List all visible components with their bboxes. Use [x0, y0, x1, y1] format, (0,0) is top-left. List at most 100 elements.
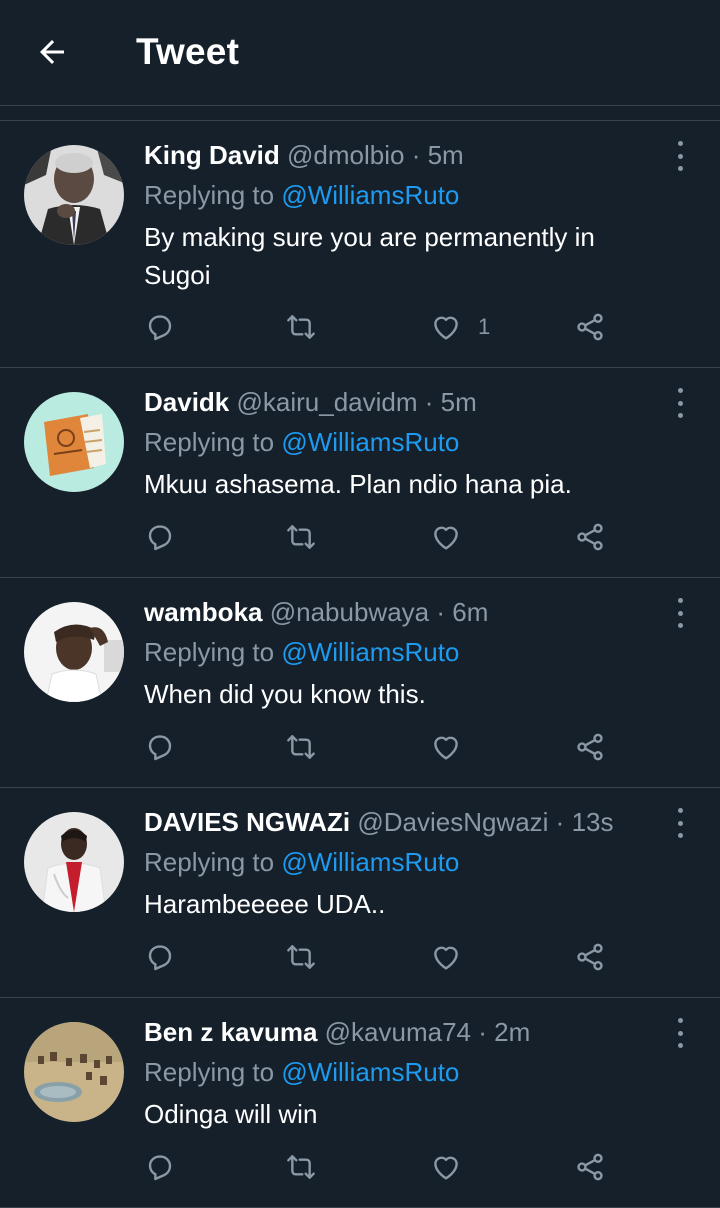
separator: · — [404, 140, 428, 170]
reply-feed: King David @dmolbio · 5m Replying to @Wi… — [0, 121, 720, 1208]
tweet-text: By making sure you are permanently in Su… — [144, 222, 595, 290]
display-name[interactable]: Davidk — [144, 387, 229, 417]
replying-to-handle[interactable]: @WilliamsRuto — [281, 427, 459, 457]
timestamp[interactable]: 2m — [494, 1017, 530, 1047]
display-name[interactable]: Ben z kavuma — [144, 1017, 317, 1047]
separator: · — [471, 1017, 495, 1047]
retweet-button[interactable] — [284, 937, 318, 977]
share-button[interactable] — [574, 517, 606, 557]
separator: · — [429, 597, 453, 627]
replying-to-handle[interactable]: @WilliamsRuto — [281, 180, 459, 210]
replying-to-handle[interactable]: @WilliamsRuto — [281, 1057, 459, 1087]
share-icon — [577, 523, 603, 551]
replying-to-label: Replying to — [144, 637, 282, 667]
more-dot — [677, 1030, 683, 1036]
replying-to-handle[interactable]: @WilliamsRuto — [281, 847, 459, 877]
user-handle[interactable]: @dmolbio — [287, 140, 404, 170]
share-button[interactable] — [574, 1147, 606, 1187]
like-button[interactable] — [430, 937, 478, 977]
replying-to-handle[interactable]: @WilliamsRuto — [281, 637, 459, 667]
replying-to: Replying to @WilliamsRuto — [144, 178, 660, 212]
tweet-content: Davidk @kairu_davidm · 5m Replying to @W… — [144, 385, 660, 503]
more-options-button[interactable] — [670, 808, 690, 838]
retweet-button[interactable] — [284, 307, 318, 347]
more-dot — [677, 820, 683, 826]
more-vertical-icon — [677, 388, 683, 393]
reply-button[interactable] — [144, 307, 176, 347]
tweet-meta: wamboka @nabubwaya · 6m — [144, 595, 660, 629]
share-button[interactable] — [574, 727, 606, 767]
avatar[interactable] — [24, 392, 124, 492]
display-name[interactable]: wamboka — [144, 597, 263, 627]
user-handle[interactable]: @kavuma74 — [325, 1017, 471, 1047]
back-button[interactable] — [30, 30, 74, 74]
share-button[interactable] — [574, 307, 606, 347]
retweet-icon — [287, 945, 315, 969]
more-dot — [677, 833, 683, 838]
tweet-item[interactable]: wamboka @nabubwaya · 6m Replying to @Wil… — [0, 578, 720, 788]
timestamp[interactable]: 6m — [452, 597, 488, 627]
retweet-button[interactable] — [284, 1147, 318, 1187]
heart-icon — [434, 316, 458, 340]
avatar[interactable] — [24, 812, 124, 912]
more-vertical-icon — [677, 598, 683, 603]
arrow-left-icon — [40, 40, 64, 64]
more-options-button[interactable] — [670, 141, 690, 171]
tweet-actions — [144, 517, 624, 557]
user-handle[interactable]: @DaviesNgwazi — [357, 807, 548, 837]
heart-icon — [434, 1156, 458, 1180]
tweet-item[interactable]: Davidk @kairu_davidm · 5m Replying to @W… — [0, 368, 720, 578]
more-vertical-icon — [677, 1018, 683, 1023]
share-icon — [577, 1153, 603, 1181]
retweet-icon — [287, 525, 315, 549]
display-name[interactable]: King David — [144, 140, 280, 170]
reply-icon — [148, 945, 172, 971]
retweet-button[interactable] — [284, 727, 318, 767]
more-dot — [677, 610, 683, 616]
avatar[interactable] — [24, 145, 124, 245]
retweet-icon — [287, 1155, 315, 1179]
more-options-button[interactable] — [670, 388, 690, 418]
retweet-icon — [287, 735, 315, 759]
tweet-item[interactable]: DAVIES NGWAZi @DaviesNgwazi · 13s Replyi… — [0, 788, 720, 998]
tweet-text: Odinga will win — [144, 1099, 318, 1129]
like-button[interactable]: 1 — [430, 307, 490, 347]
tweet-text: When did you know this. — [144, 679, 426, 709]
tweet-content: wamboka @nabubwaya · 6m Replying to @Wil… — [144, 595, 660, 713]
more-options-button[interactable] — [670, 1018, 690, 1048]
tweet-content: DAVIES NGWAZi @DaviesNgwazi · 13s Replyi… — [144, 805, 660, 923]
more-vertical-icon — [677, 808, 683, 813]
timestamp[interactable]: 5m — [428, 140, 464, 170]
reply-button[interactable] — [144, 727, 176, 767]
share-button[interactable] — [574, 937, 606, 977]
page-title: Tweet — [136, 31, 240, 72]
reply-icon — [148, 525, 172, 551]
like-button[interactable] — [430, 727, 478, 767]
display-name[interactable]: DAVIES NGWAZi — [144, 807, 350, 837]
reply-button[interactable] — [144, 937, 176, 977]
replying-to-label: Replying to — [144, 1057, 282, 1087]
timestamp[interactable]: 5m — [441, 387, 477, 417]
more-dot — [677, 1043, 683, 1048]
user-handle[interactable]: @nabubwaya — [270, 597, 429, 627]
retweet-button[interactable] — [284, 517, 318, 557]
more-options-button[interactable] — [670, 598, 690, 628]
reply-button[interactable] — [144, 1147, 176, 1187]
top-bar: Tweet — [0, 0, 720, 106]
more-dot — [677, 166, 683, 171]
tweet-actions — [144, 1147, 624, 1187]
avatar[interactable] — [24, 1022, 124, 1122]
like-button[interactable] — [430, 1147, 478, 1187]
replying-to-label: Replying to — [144, 427, 282, 457]
tweet-item[interactable]: King David @dmolbio · 5m Replying to @Wi… — [0, 121, 720, 368]
timestamp[interactable]: 13s — [572, 807, 614, 837]
more-dot — [677, 623, 683, 628]
tweet-content: King David @dmolbio · 5m Replying to @Wi… — [144, 138, 660, 294]
like-button[interactable] — [430, 517, 478, 557]
user-handle[interactable]: @kairu_davidm — [237, 387, 418, 417]
avatar[interactable] — [24, 602, 124, 702]
tweet-item[interactable]: Ben z kavuma @kavuma74 · 2m Replying to … — [0, 998, 720, 1208]
reply-icon — [148, 315, 172, 341]
reply-button[interactable] — [144, 517, 176, 557]
tweet-meta: Davidk @kairu_davidm · 5m — [144, 385, 660, 419]
